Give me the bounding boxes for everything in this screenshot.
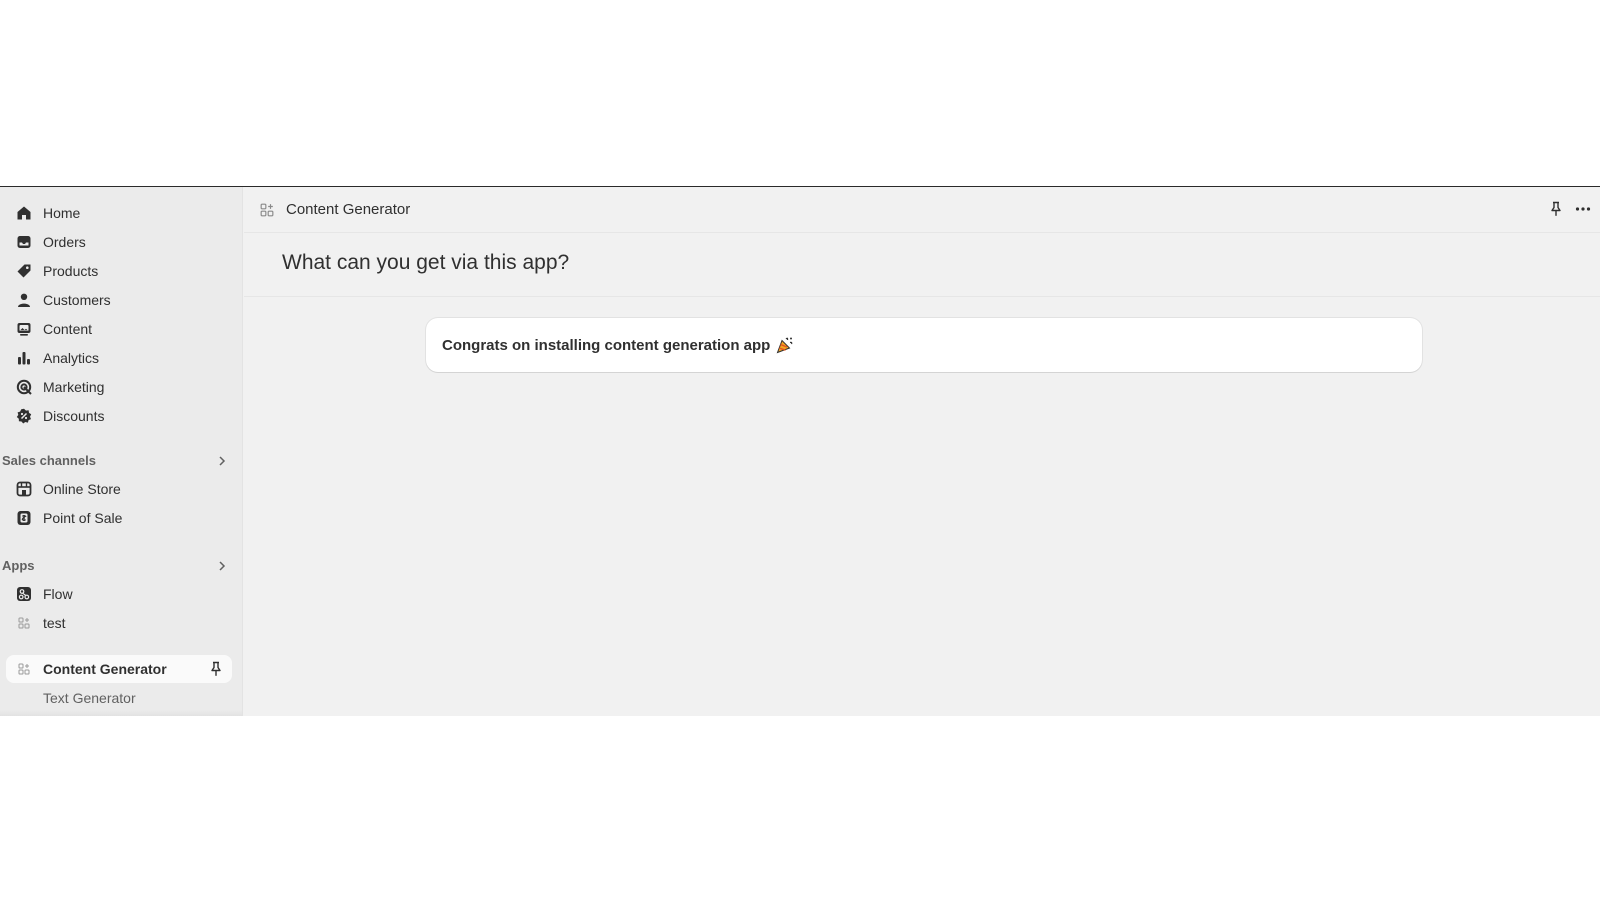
- sidebar: Home Orders Products Customers Content A…: [0, 187, 243, 716]
- app-grid-icon: [16, 615, 32, 631]
- sidebar-item-text-generator[interactable]: Text Generator: [6, 684, 232, 712]
- apps-section-header: Apps: [2, 554, 232, 576]
- inbox-icon: [16, 234, 32, 250]
- app-title-bar: Content Generator: [244, 187, 1600, 233]
- sidebar-item-content[interactable]: Content: [6, 315, 232, 343]
- app-grid-icon: [16, 661, 32, 677]
- sidebar-item-analytics[interactable]: Analytics: [6, 344, 232, 372]
- sidebar-item-label: Content Generator: [43, 661, 167, 677]
- pin-icon[interactable]: [208, 661, 224, 677]
- chevron-right-icon[interactable]: [216, 559, 228, 571]
- pos-icon: [16, 510, 32, 526]
- main-content: Content Generator What can you get via t…: [244, 187, 1600, 716]
- sidebar-item-flow[interactable]: Flow: [6, 580, 232, 608]
- congrats-message: Congrats on installing content generatio…: [442, 336, 771, 354]
- sales-channels-heading: Sales channels: [2, 452, 96, 468]
- more-actions-icon[interactable]: [1574, 200, 1592, 218]
- sidebar-item-orders[interactable]: Orders: [6, 228, 232, 256]
- sidebar-scroll-fade: [0, 710, 243, 716]
- tag-icon: [16, 263, 32, 279]
- sidebar-item-label: Point of Sale: [43, 510, 123, 526]
- apps-heading: Apps: [2, 557, 35, 573]
- page-header: What can you get via this app?: [244, 233, 1600, 297]
- app-grid-icon: [260, 203, 274, 217]
- sidebar-item-test[interactable]: test: [6, 609, 232, 637]
- sidebar-item-label: Text Generator: [43, 690, 136, 706]
- discount-icon: [16, 408, 32, 424]
- sidebar-item-label: Discounts: [43, 408, 105, 424]
- sidebar-item-customers[interactable]: Customers: [6, 286, 232, 314]
- sidebar-item-label: Marketing: [43, 379, 105, 395]
- sales-channels-section-header: Sales channels: [2, 449, 232, 471]
- congrats-card: Congrats on installing content generatio…: [426, 318, 1422, 372]
- sidebar-item-label: test: [43, 615, 66, 631]
- sidebar-item-label: Home: [43, 205, 81, 221]
- sidebar-item-point-of-sale[interactable]: Point of Sale: [6, 504, 232, 532]
- store-icon: [16, 481, 32, 497]
- sidebar-item-label: Online Store: [43, 481, 121, 497]
- sidebar-item-products[interactable]: Products: [6, 257, 232, 285]
- app-frame: Home Orders Products Customers Content A…: [0, 186, 1600, 716]
- chevron-right-icon[interactable]: [216, 454, 228, 466]
- pin-icon[interactable]: [1548, 201, 1564, 217]
- party-popper-icon: [776, 336, 794, 354]
- sidebar-item-home[interactable]: Home: [6, 199, 232, 227]
- sidebar-item-online-store[interactable]: Online Store: [6, 475, 232, 503]
- sidebar-item-label: Customers: [43, 292, 111, 308]
- sidebar-item-content-generator[interactable]: Content Generator: [6, 655, 232, 683]
- sidebar-item-label: Analytics: [43, 350, 100, 366]
- flow-icon: [16, 586, 32, 602]
- sidebar-item-discounts[interactable]: Discounts: [6, 402, 232, 430]
- person-icon: [16, 292, 32, 308]
- sidebar-item-label: Flow: [43, 586, 73, 602]
- image-icon: [16, 321, 32, 337]
- app-title: Content Generator: [286, 201, 411, 218]
- bar-chart-icon: [16, 350, 32, 366]
- sidebar-item-label: Products: [43, 263, 99, 279]
- target-icon: [16, 379, 32, 395]
- sidebar-item-label: Content: [43, 321, 93, 337]
- home-icon: [16, 205, 32, 221]
- sidebar-item-marketing[interactable]: Marketing: [6, 373, 232, 401]
- card-text-row: Congrats on installing content generatio…: [442, 336, 794, 354]
- page-title: What can you get via this app?: [282, 251, 570, 274]
- sidebar-item-label: Orders: [43, 234, 86, 250]
